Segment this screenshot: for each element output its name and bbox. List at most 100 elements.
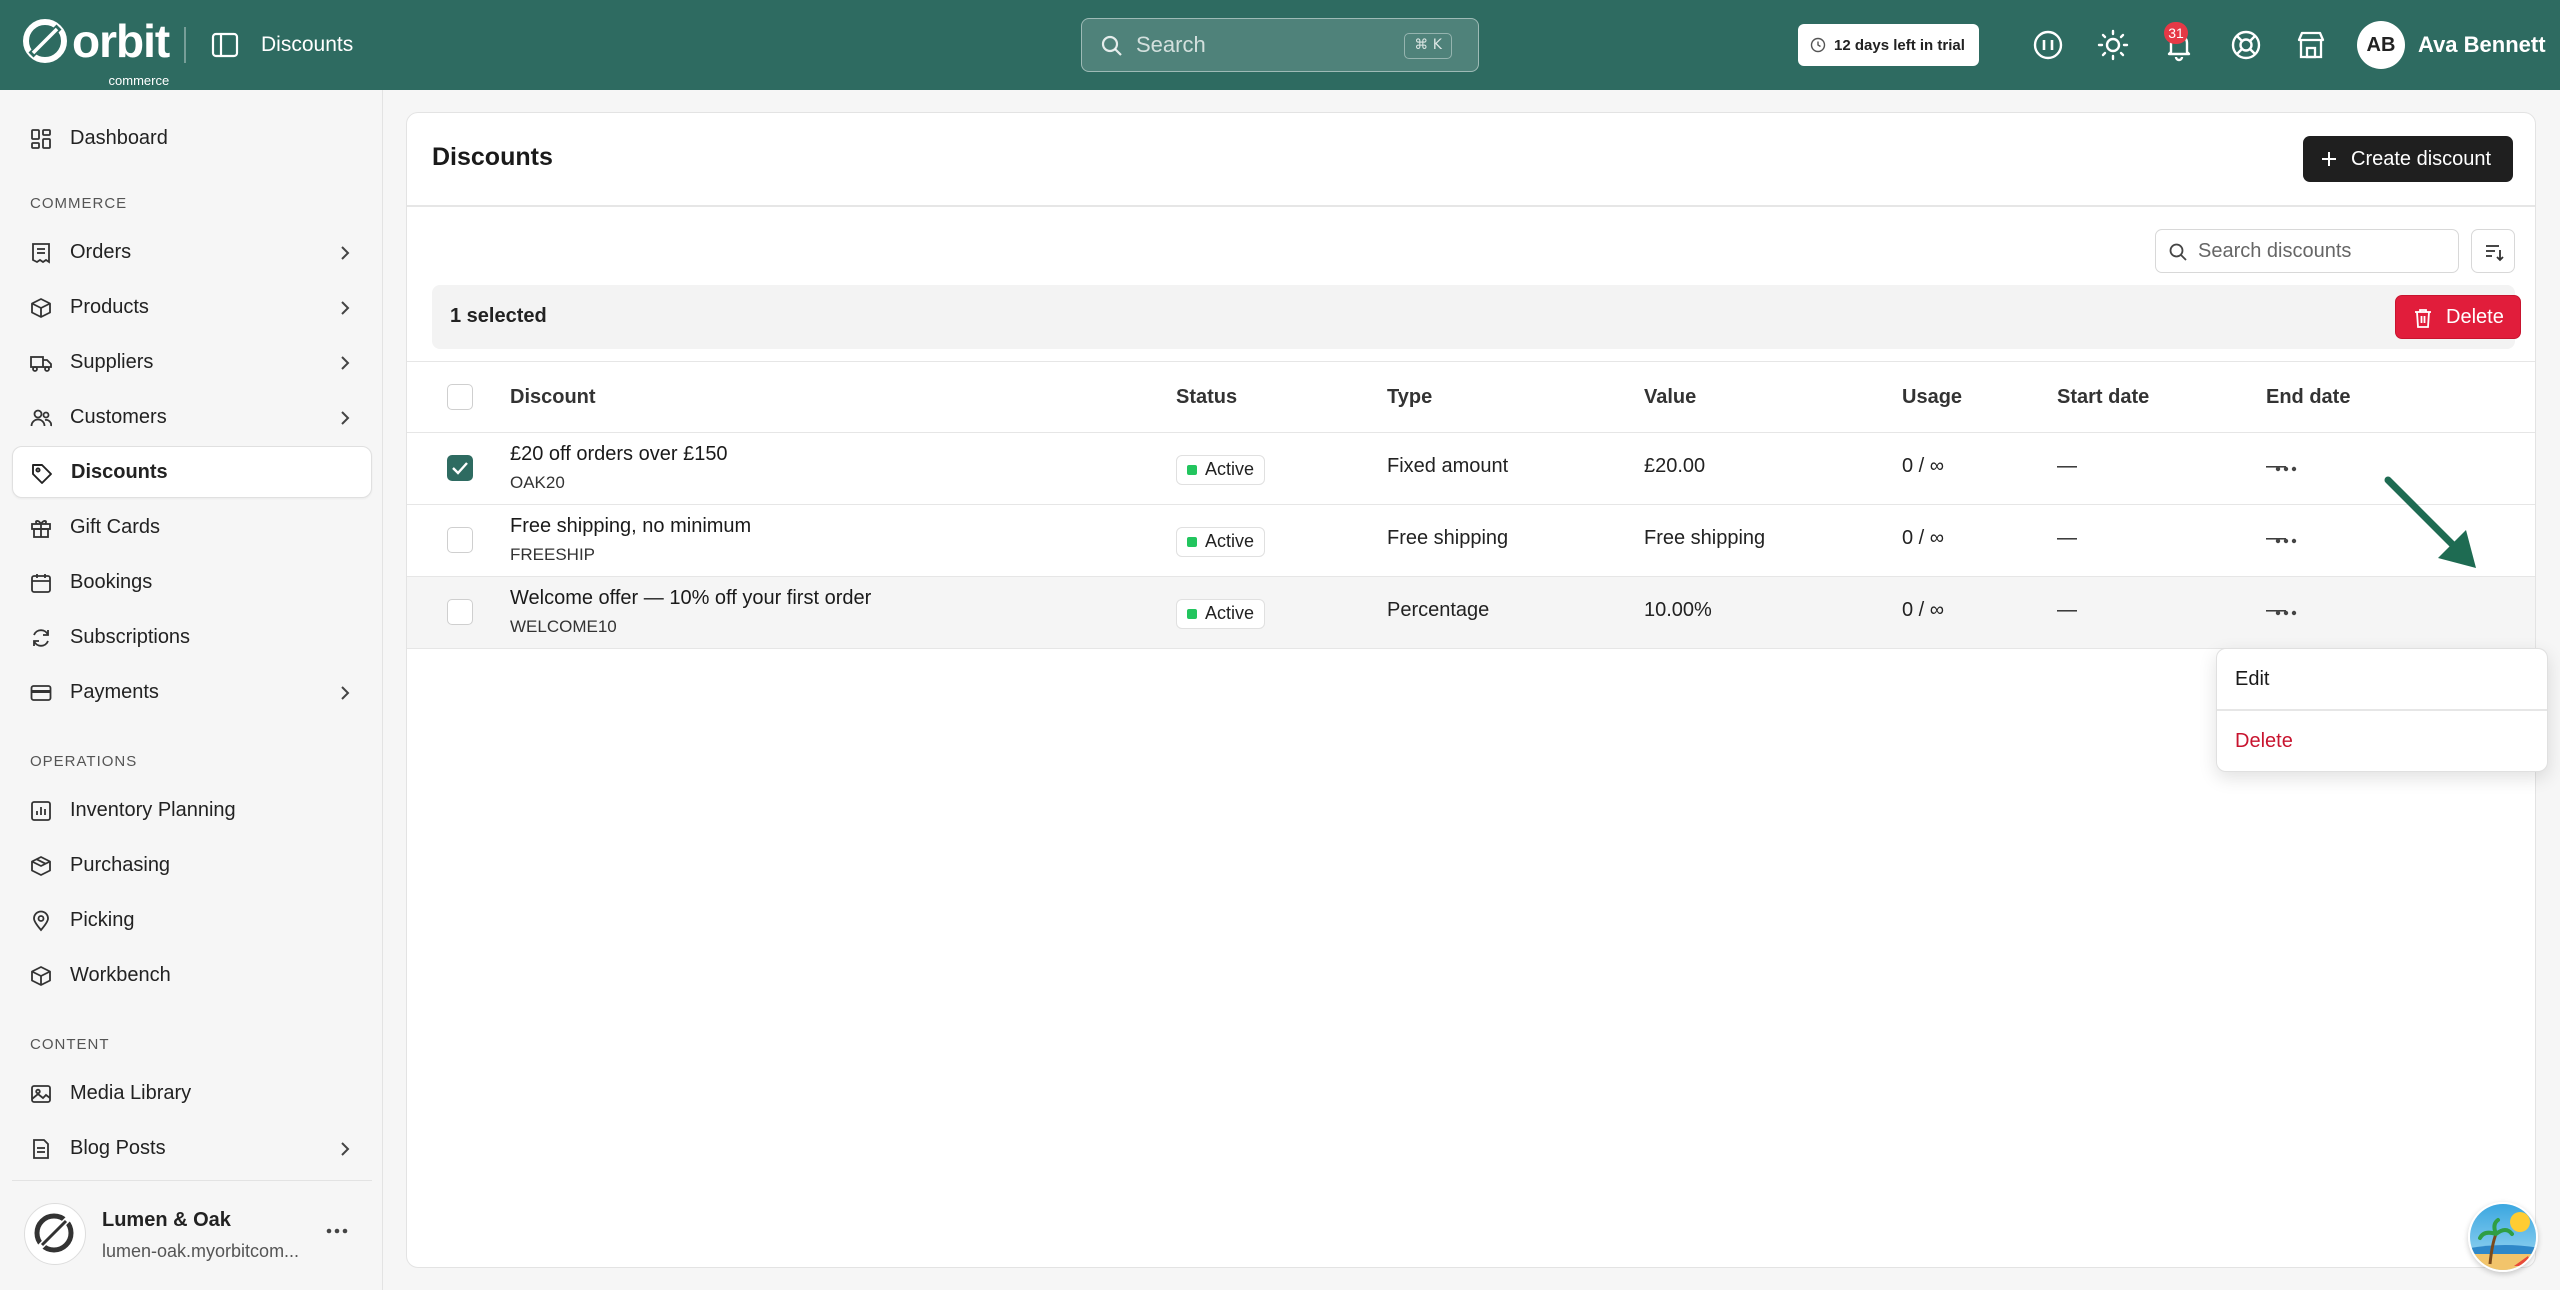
discount-type: Free shipping	[1387, 527, 1509, 549]
more-horizontal-icon[interactable]	[322, 1221, 352, 1241]
search-icon	[1101, 35, 1122, 56]
brand-name: orbit commerce	[72, 18, 170, 88]
row-checkbox[interactable]	[447, 599, 473, 625]
row-actions-more-icon[interactable]	[2273, 461, 2299, 477]
bulk-delete-button[interactable]: Delete	[2395, 295, 2521, 339]
discount-name[interactable]: Free shipping, no minimum	[510, 515, 751, 538]
theme-sun-icon[interactable]	[2096, 28, 2130, 62]
customers-users-icon	[30, 409, 52, 427]
sidebar-item-subscriptions[interactable]: Subscriptions	[12, 611, 372, 663]
user-avatar[interactable]: AB	[2357, 21, 2405, 69]
header-divider	[184, 27, 186, 63]
sidebar-item-products[interactable]: Products	[12, 281, 372, 333]
sidebar: Dashboard COMMERCE Orders Products Suppl…	[0, 90, 383, 1290]
store-switcher[interactable]: Lumen & Oak lumen-oak.myorbitcom...	[12, 1180, 372, 1280]
orbit-logo-icon	[34, 1213, 74, 1253]
column-header-value[interactable]: Value	[1644, 386, 1696, 409]
table-row[interactable]: £20 off orders over £150 OAK20 Active Fi…	[407, 433, 2535, 505]
sidebar-item-customers[interactable]: Customers	[12, 391, 372, 443]
row-actions-more-icon[interactable]	[2273, 605, 2299, 621]
menu-item-edit[interactable]: Edit	[2217, 649, 2547, 709]
storefront-icon[interactable]	[2294, 28, 2328, 62]
help-lifebuoy-icon[interactable]	[2229, 28, 2263, 62]
select-all-checkbox[interactable]	[447, 384, 473, 410]
sidebar-item-label: Media Library	[70, 1081, 192, 1104]
sidebar-item-dashboard[interactable]: Dashboard	[12, 112, 372, 164]
row-actions-more-icon[interactable]	[2273, 533, 2299, 549]
plus-icon	[2322, 152, 2336, 166]
sidebar-item-discounts[interactable]: Discounts	[12, 446, 372, 498]
column-header-start-date[interactable]: Start date	[2057, 386, 2149, 409]
discount-type: Fixed amount	[1387, 455, 1509, 477]
sort-button[interactable]	[2471, 229, 2515, 273]
discount-value: 10.00%	[1644, 599, 1712, 621]
sidebar-toggle-icon[interactable]	[210, 30, 240, 60]
status-dot	[1187, 537, 1197, 547]
sidebar-item-picking[interactable]: Picking	[12, 894, 372, 946]
chevron-right-icon	[341, 301, 350, 315]
sidebar-item-label: Discounts	[71, 460, 168, 483]
dashboard-icon	[31, 129, 51, 149]
sidebar-item-purchasing[interactable]: Purchasing	[12, 839, 372, 891]
sidebar-item-workbench[interactable]: Workbench	[12, 949, 372, 1001]
sidebar-item-bookings[interactable]: Bookings	[12, 556, 372, 608]
inventory-chart-icon	[31, 801, 51, 821]
support-chat-icon[interactable]	[2031, 28, 2065, 62]
map-pin-icon	[33, 910, 49, 932]
discount-value: £20.00	[1644, 455, 1706, 477]
table-row[interactable]: Welcome offer — 10% off your first order…	[407, 577, 2535, 649]
row-checkbox[interactable]	[447, 455, 473, 481]
chevron-right-icon	[341, 411, 350, 425]
refresh-cycle-icon	[33, 629, 49, 647]
column-header-end-date[interactable]: End date	[2266, 386, 2350, 409]
trial-badge[interactable]: 12 days left in trial	[1798, 24, 1979, 66]
sidebar-item-gift-cards[interactable]: Gift Cards	[12, 501, 372, 553]
sidebar-item-media-library[interactable]: Media Library	[12, 1067, 372, 1119]
sidebar-item-label: Products	[70, 295, 149, 318]
status-badge: Active	[1176, 527, 1266, 557]
column-header-status[interactable]: Status	[1176, 386, 1237, 409]
column-header-type[interactable]: Type	[1387, 386, 1432, 409]
calendar-icon	[31, 574, 51, 593]
search-shortcut-badge: ⌘ K	[1404, 33, 1452, 59]
create-discount-button[interactable]: Create discount	[2303, 136, 2513, 182]
assistant-launcher-button[interactable]	[2468, 1202, 2538, 1272]
section-label-commerce: COMMERCE	[30, 195, 128, 212]
header-page-title: Discounts	[261, 33, 354, 56]
sidebar-item-label: Gift Cards	[70, 515, 161, 538]
discount-search-input[interactable]	[2198, 238, 2448, 264]
sidebar-item-label: Purchasing	[70, 853, 171, 876]
search-icon	[2169, 243, 2187, 261]
suppliers-truck-icon	[30, 356, 52, 372]
sidebar-item-suppliers[interactable]: Suppliers	[12, 336, 372, 388]
discount-name[interactable]: Welcome offer — 10% off your first order	[510, 587, 871, 610]
menu-item-delete[interactable]: Delete	[2217, 711, 2547, 771]
user-name[interactable]: Ava Bennett	[2418, 30, 2546, 60]
discount-search[interactable]	[2155, 229, 2459, 273]
selected-count: 1 selected	[450, 305, 547, 327]
sidebar-item-blog-posts[interactable]: Blog Posts	[12, 1122, 372, 1174]
column-header-usage[interactable]: Usage	[1902, 386, 1962, 409]
chevron-right-icon	[341, 246, 350, 260]
sidebar-item-label: Workbench	[70, 963, 171, 986]
sidebar-item-label: Bookings	[70, 570, 153, 593]
column-header-discount[interactable]: Discount	[510, 386, 596, 409]
notification-count-badge: 31	[2164, 22, 2188, 44]
global-search[interactable]: ⌘ K	[1081, 18, 1479, 72]
sidebar-item-label: Inventory Planning	[70, 798, 236, 821]
discount-usage: 0 / ∞	[1902, 455, 1945, 477]
global-search-input[interactable]	[1136, 29, 1376, 61]
discount-usage: 0 / ∞	[1902, 599, 1945, 621]
section-label-operations: OPERATIONS	[30, 753, 138, 770]
row-checkbox[interactable]	[447, 527, 473, 553]
sidebar-item-label: Payments	[70, 680, 159, 703]
sidebar-item-payments[interactable]: Payments	[12, 666, 372, 718]
discount-name[interactable]: £20 off orders over £150	[510, 443, 728, 466]
sidebar-item-inventory-planning[interactable]: Inventory Planning	[12, 784, 372, 836]
chevron-right-icon	[341, 1142, 350, 1156]
brand-logo[interactable]: orbit commerce	[22, 18, 170, 88]
discount-code: FREESHIP	[510, 545, 596, 564]
sidebar-item-orders[interactable]: Orders	[12, 226, 372, 278]
table-row[interactable]: Free shipping, no minimum FREESHIP Activ…	[407, 505, 2535, 577]
bulk-delete-label: Delete	[2446, 305, 2504, 328]
